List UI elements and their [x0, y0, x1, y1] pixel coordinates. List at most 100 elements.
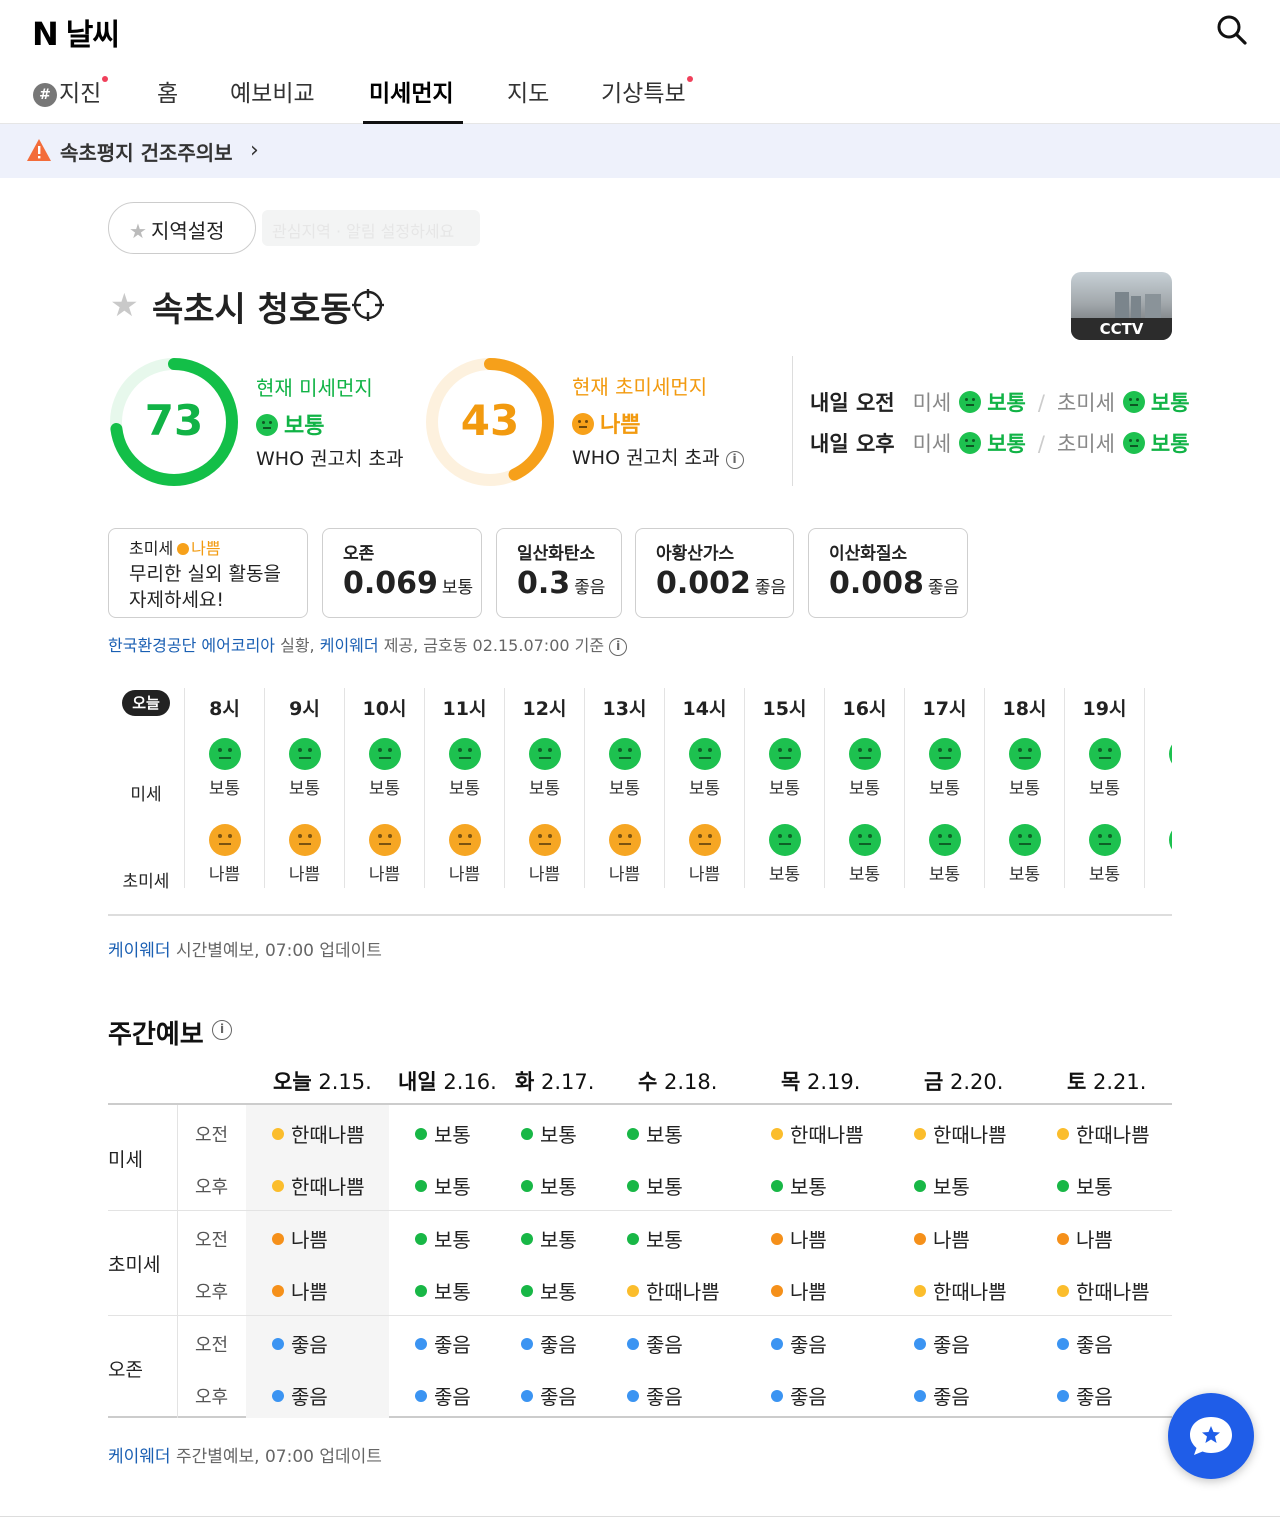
forecast-cell: 한때나쁨 [627, 1276, 720, 1305]
kweather-link[interactable]: 케이웨더 [320, 636, 379, 655]
forecast-value: 한때나쁨 [790, 1123, 864, 1147]
forecast-cell: 좋음 [521, 1381, 577, 1410]
current-location-icon[interactable] [352, 289, 384, 321]
forecast-cell: 한때나쁨 [1057, 1119, 1150, 1148]
tab-forecast-compare[interactable]: 예보비교 [230, 70, 315, 124]
cctv-thumbnail[interactable]: CCTV [1071, 272, 1172, 340]
pm-value: 보통 [987, 391, 1026, 415]
tab-home[interactable]: 홈 [157, 70, 178, 124]
building-shape [1131, 296, 1141, 318]
hour-label: 2 [1145, 694, 1172, 724]
hour-label: 8시 [209, 698, 240, 720]
info-icon[interactable]: i [212, 1020, 232, 1040]
forecast-cell: 좋음 [272, 1329, 328, 1358]
forecast-value: 보통 [434, 1175, 471, 1199]
ozone-value: 0.069 보통 [343, 566, 481, 601]
fine-status: 나쁨 [368, 865, 401, 885]
status-dot-icon [627, 1338, 639, 1350]
forecast-cell: 보통 [771, 1171, 827, 1200]
no2-card[interactable]: 이산화질소 0.008 좋음 [808, 528, 968, 618]
tab-label: 홈 [157, 81, 179, 107]
tab-fine-dust[interactable]: 미세먼지 [363, 70, 463, 124]
forecast-cell: 나쁨 [914, 1224, 970, 1253]
tab-map[interactable]: 지도 [507, 70, 549, 124]
no2-value: 0.008 좋음 [829, 566, 967, 601]
day-name: 목 [781, 1070, 801, 1094]
day-header: 수 2.18. [638, 1066, 717, 1096]
fine-label: 초미세 [1056, 391, 1115, 415]
day-date: 2.18. [664, 1070, 718, 1094]
forecast-cell: 보통 [521, 1119, 577, 1148]
info-icon[interactable]: i [725, 451, 744, 469]
forecast-cell: 보통 [415, 1119, 471, 1148]
ozone-card[interactable]: 오존 0.069 보통 [322, 528, 482, 618]
search-button[interactable] [1214, 12, 1250, 48]
no2-state: 좋음 [927, 578, 960, 598]
day-date: 2.15. [318, 1070, 372, 1094]
forecast-value: 보통 [540, 1175, 577, 1199]
advice-card-header: 초미세 나쁨 [129, 535, 307, 559]
forecast-value: 보통 [646, 1175, 683, 1199]
pm10-state: 보통 [256, 408, 324, 440]
chatbot-button[interactable] [1168, 1393, 1254, 1479]
fine-dust-advice-card[interactable]: 초미세 나쁨 무리한 실외 활동을 자제하세요! [108, 528, 308, 618]
face-icon [928, 738, 961, 770]
info-icon[interactable]: i [609, 638, 628, 656]
warning-icon [27, 139, 51, 161]
kweather-link[interactable]: 케이웨더 [108, 941, 171, 961]
kweather-link[interactable]: 케이웨더 [108, 1447, 171, 1467]
forecast-cell: 보통 [521, 1224, 577, 1253]
fine-status: 나쁨 [288, 865, 321, 885]
hourly-forecast[interactable]: 오늘 미세 초미세 8시 보통 나쁨 9시 보통 나쁨 10시 보통 나쁨 11시 보통 나쁨 12시 보… [108, 686, 1172, 916]
source-info: 한국환경공단 에어코리아 실황, 케이웨더 제공, 금호동 02.15.07:0… [108, 632, 628, 656]
face-icon [959, 432, 982, 454]
hour-column: 17시 보통 보통 [904, 688, 984, 888]
forecast-cell: 좋음 [272, 1381, 328, 1410]
forecast-value: 좋음 [291, 1385, 328, 1409]
status-dot-icon [272, 1180, 284, 1192]
co-number: 0.3 [517, 566, 571, 601]
tab-earthquake[interactable]: # 지진 [33, 70, 109, 124]
weather-alert-banner[interactable]: 속초평지 건조주의보 › [0, 124, 1280, 178]
face-icon [848, 738, 881, 770]
forecast-cell: 한때나쁨 [1057, 1276, 1150, 1305]
forecast-value: 한때나쁨 [291, 1123, 365, 1147]
airkorea-link[interactable]: 한국환경공단 에어코리아 [108, 636, 275, 655]
day-header: 목 2.19. [781, 1066, 860, 1096]
pm-status: 보통 [448, 779, 481, 799]
forecast-cell: 보통 [1057, 1171, 1113, 1200]
status-dot-icon [914, 1233, 926, 1245]
forecast-value: 보통 [933, 1175, 970, 1199]
day-date: 2.17. [541, 1070, 595, 1094]
status-dot-icon [415, 1128, 427, 1140]
forecast-value: 좋음 [1076, 1333, 1113, 1357]
forecast-cell: 좋음 [771, 1329, 827, 1358]
day-name: 금 [924, 1070, 944, 1094]
source-text: 실황, [275, 636, 320, 655]
fine-status: 나쁨 [608, 865, 641, 885]
forecast-cell: 보통 [415, 1224, 471, 1253]
forecast-cell: 한때나쁨 [914, 1119, 1007, 1148]
fine-status: 보통 [1008, 865, 1041, 885]
forecast-value: 보통 [434, 1228, 471, 1252]
day-name: 수 [638, 1070, 658, 1094]
forecast-cell: 나쁨 [272, 1224, 328, 1253]
status-dot-icon [914, 1338, 926, 1350]
hour-label: 18시 [1002, 698, 1047, 720]
pm25-who: WHO 권고치 초과 i [572, 443, 744, 470]
weekly-source: 케이웨더 주간별예보, 07:00 업데이트 [108, 1442, 382, 1467]
region-setting-button[interactable]: ★ 지역설정 [108, 202, 256, 254]
forecast-value: 좋음 [1076, 1385, 1113, 1409]
fine-status: 보통 [768, 865, 801, 885]
ampm-label: 오후 [195, 1387, 229, 1408]
tab-weather-warning[interactable]: 기상특보 [601, 70, 693, 124]
logo[interactable]: N 날씨 [32, 10, 120, 54]
status-dot-icon [627, 1180, 639, 1192]
favorite-star-icon[interactable]: ★ [110, 286, 139, 324]
co-card[interactable]: 일산화탄소 0.3 좋음 [496, 528, 622, 618]
forecast-value: 보통 [540, 1228, 577, 1252]
building-shape [1115, 292, 1129, 318]
so2-card[interactable]: 아황산가스 0.002 좋음 [635, 528, 794, 618]
status-dot-icon [914, 1128, 926, 1140]
status-dot-icon [1057, 1285, 1069, 1297]
